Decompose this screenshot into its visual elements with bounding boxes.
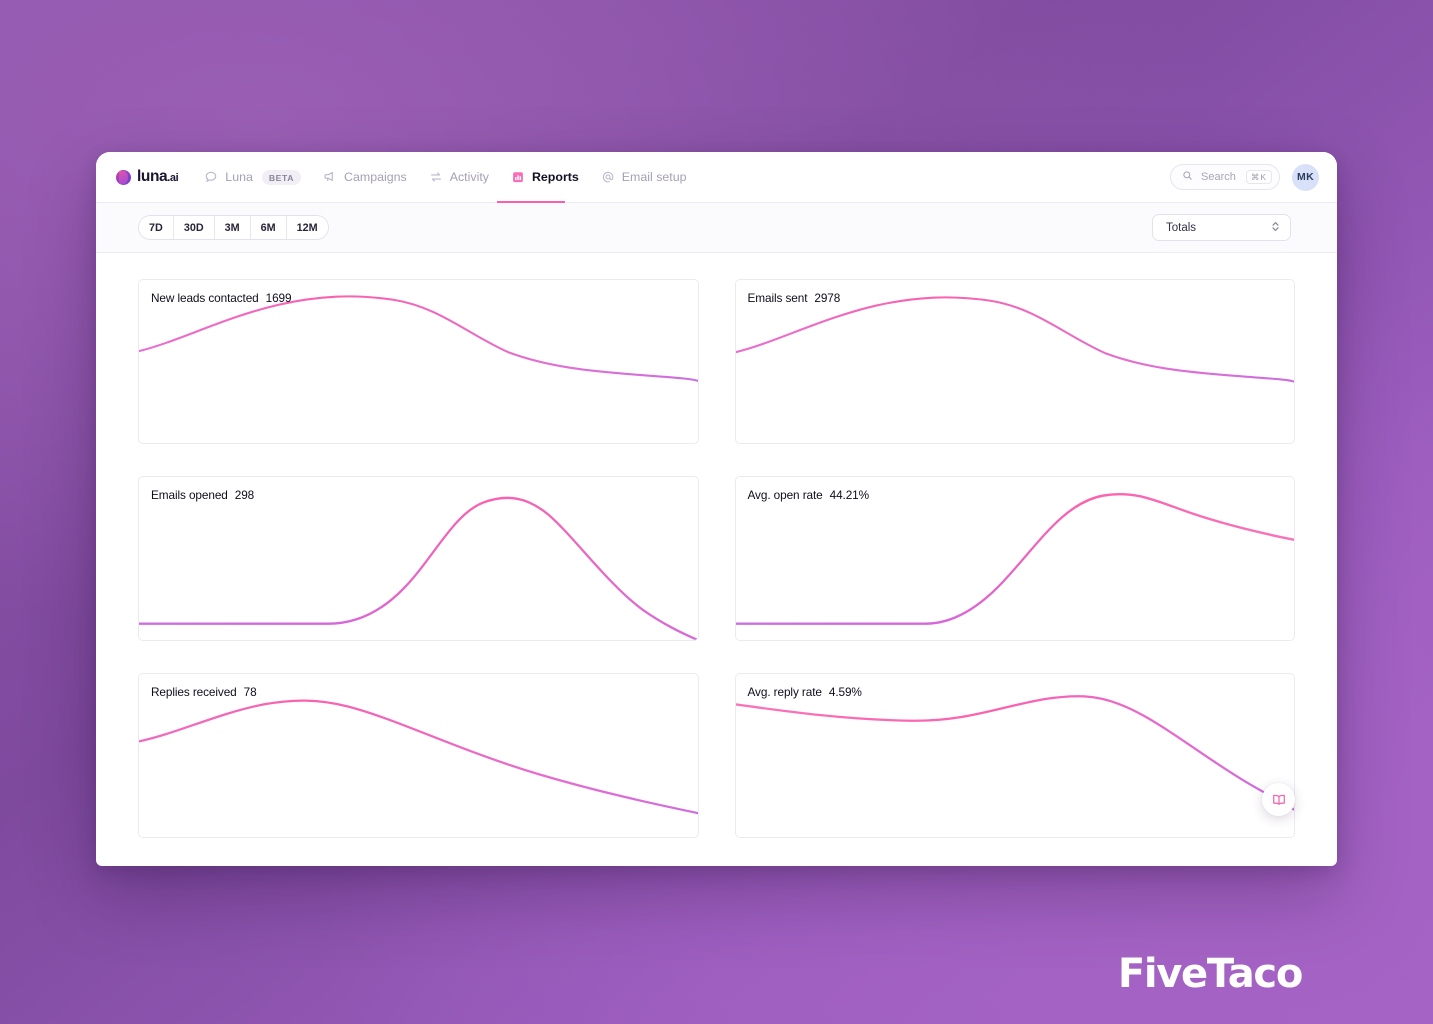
bar-chart-icon (511, 170, 525, 184)
arrows-exchange-icon (429, 170, 443, 184)
range-button-3m[interactable]: 3M (214, 216, 251, 239)
nav-item-label: Activity (449, 170, 489, 184)
docs-floating-button[interactable] (1262, 783, 1295, 816)
card-value: 1699 (265, 291, 292, 305)
card-value: 44.21% (829, 488, 870, 502)
megaphone-icon (323, 170, 337, 184)
search-shortcut-badge: ⌘K (1245, 170, 1272, 184)
card-title: New leads contacted (151, 291, 259, 305)
card-header: Replies received 78 (151, 685, 257, 699)
sparkline-path (139, 295, 698, 382)
sparkline-path (139, 699, 698, 815)
top-navigation-bar: luna.ai Luna BETA Campaigns Activity Rep… (96, 152, 1337, 203)
date-range-segmented-control: 7D 30D 3M 6M 12M (138, 215, 329, 240)
card-header: New leads contacted 1699 (151, 291, 292, 305)
nav-item-label: Campaigns (344, 170, 407, 184)
metric-select[interactable]: Totals (1152, 214, 1291, 241)
metric-card-emails-sent[interactable]: Emails sent 2978 (734, 279, 1295, 444)
card-value: 2978 (814, 291, 841, 305)
range-button-30d[interactable]: 30D (173, 216, 215, 239)
brand-logo[interactable]: luna.ai (116, 168, 179, 186)
card-header: Emails sent 2978 (748, 291, 841, 305)
card-header: Avg. open rate 44.21% (748, 488, 870, 502)
card-title: Emails opened (151, 488, 228, 502)
card-title: Avg. reply rate (747, 685, 822, 699)
metric-card-emails-opened[interactable]: Emails opened 298 (138, 476, 699, 641)
card-value: 78 (243, 685, 257, 699)
beta-badge: BETA (261, 169, 302, 185)
card-title: Emails sent (747, 291, 808, 305)
luna-moon-logo-icon (116, 169, 131, 185)
card-title: Avg. open rate (747, 488, 823, 502)
nav-item-label: Reports (531, 170, 579, 184)
search-placeholder: Search (1201, 171, 1236, 183)
nav-item-label: Luna (225, 170, 253, 184)
avatar[interactable]: MK (1292, 163, 1319, 191)
nav-item-activity[interactable]: Activity (429, 170, 489, 184)
chat-bubble-icon (204, 170, 218, 184)
at-sign-icon (601, 170, 615, 184)
card-value: 4.59% (828, 685, 862, 699)
nav-right-group: Search ⌘K MK (1170, 163, 1319, 191)
nav-item-campaigns[interactable]: Campaigns (323, 170, 407, 184)
nav-item-label: Email setup (621, 170, 687, 184)
card-header: Avg. reply rate 4.59% (748, 685, 862, 699)
chevron-updown-icon (1271, 220, 1280, 235)
metrics-grid: New leads contacted 1699 Emails sent 297… (96, 253, 1337, 838)
range-button-6m[interactable]: 6M (250, 216, 287, 239)
app-window: luna.ai Luna BETA Campaigns Activity Rep… (96, 152, 1337, 866)
sparkline-path (139, 496, 698, 640)
nav-item-luna[interactable]: Luna BETA (204, 169, 302, 185)
nav-item-reports[interactable]: Reports (511, 170, 579, 184)
metric-card-avg-reply-rate[interactable]: Avg. reply rate 4.59% (734, 673, 1295, 838)
metric-select-value: Totals (1166, 221, 1197, 234)
sparkline-path (735, 296, 1294, 383)
filter-bar: 7D 30D 3M 6M 12M Totals (96, 203, 1337, 253)
search-icon (1182, 168, 1193, 186)
brand-name: luna.ai (137, 168, 179, 185)
range-button-7d[interactable]: 7D (139, 216, 174, 239)
range-button-12m[interactable]: 12M (286, 216, 328, 239)
card-header: Emails opened 298 (151, 488, 254, 502)
card-value: 298 (234, 488, 255, 502)
open-book-icon (1271, 792, 1287, 808)
nav-items: Luna BETA Campaigns Activity Reports Ema… (204, 169, 687, 185)
fivetaco-watermark: FiveTaco (1117, 951, 1303, 997)
card-title: Replies received (151, 685, 237, 699)
sparkline-path (735, 492, 1294, 625)
metric-card-replies-received[interactable]: Replies received 78 (138, 673, 699, 838)
metric-card-new-leads-contacted[interactable]: New leads contacted 1699 (138, 279, 699, 444)
search-input[interactable]: Search ⌘K (1170, 164, 1280, 190)
metric-card-avg-open-rate[interactable]: Avg. open rate 44.21% (734, 476, 1295, 641)
nav-item-email-setup[interactable]: Email setup (601, 170, 687, 184)
sparkline-path (735, 695, 1294, 811)
